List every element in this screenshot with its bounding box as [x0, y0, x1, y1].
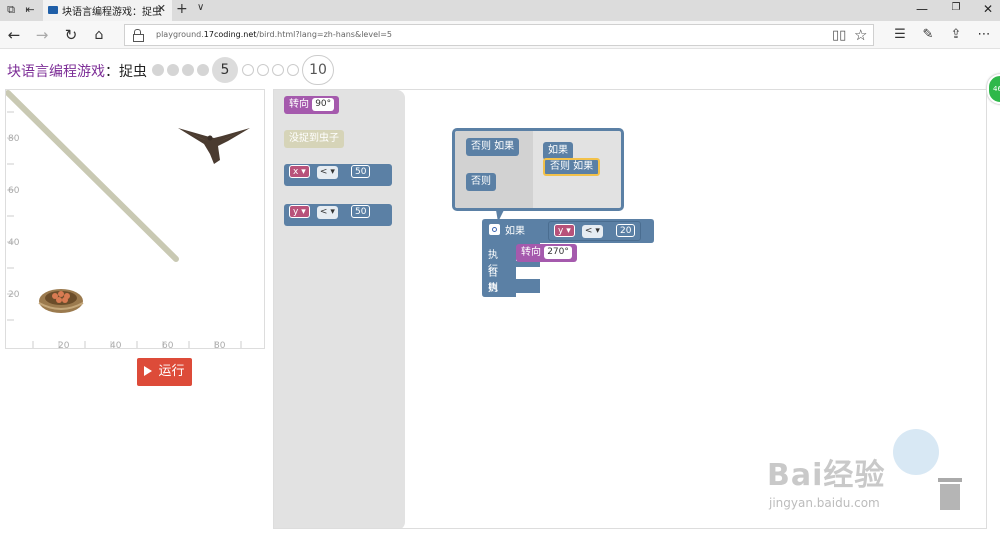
navigation-bar: ← → ↻ ⌂ playground.17coding.net/bird.htm…: [0, 21, 1000, 49]
do2-label: 执行: [488, 283, 498, 309]
mutator-elseif-block[interactable]: 否则 如果: [466, 138, 520, 156]
level-dot-2[interactable]: [167, 64, 179, 76]
back-arrow-icon[interactable]: ←: [4, 25, 24, 45]
extension-badge[interactable]: 46: [987, 74, 1000, 104]
bird-icon: [178, 128, 250, 164]
gear-icon[interactable]: [489, 224, 500, 235]
address-bar[interactable]: playground.17coding.net/bird.html?lang=z…: [124, 24, 874, 46]
current-level[interactable]: 5: [212, 57, 238, 83]
level-dot-3[interactable]: [182, 64, 194, 76]
nest-icon: [38, 289, 84, 313]
watermark-url: jingyan.baidu.com: [769, 496, 880, 510]
lock-icon: [133, 29, 144, 42]
y-axis-label-80: 80: [8, 134, 20, 144]
tab-title: 块语言编程游戏：捉虫: [62, 7, 162, 18]
trash-icon[interactable]: [938, 478, 962, 510]
x-axis-label-20: 20: [58, 341, 70, 349]
level-dot-1[interactable]: [152, 64, 164, 76]
blockly-workspace[interactable]: 转向 90° 没捉到虫子 x ▾ < ▾ 50 y ▾ < ▾ 50 否则 如果…: [273, 89, 987, 529]
mutator-inner-elseif-block[interactable]: 否则 如果: [543, 158, 601, 176]
favicon-icon: [48, 6, 58, 14]
play-icon: [144, 366, 153, 376]
toolbox-flyout: 转向 90° 没捉到虫子 x ▾ < ▾ 50 y ▾ < ▾ 50: [274, 90, 405, 528]
tab-active[interactable]: 块语言编程游戏：捉虫 ✕: [43, 0, 172, 21]
level-dot-4[interactable]: [197, 64, 209, 76]
game-display: 80 60 40 20 20 40 60 80: [5, 89, 265, 349]
level-dot-6[interactable]: [242, 64, 254, 76]
refresh-icon[interactable]: ↻: [61, 25, 81, 45]
more-icon[interactable]: ⋯: [974, 25, 994, 45]
run-button[interactable]: 运行: [137, 358, 192, 386]
y-axis-label-40: 40: [8, 238, 20, 248]
turn-270-block[interactable]: 转向 270°: [516, 244, 577, 262]
page-title: 块语言编程游戏：捉虫: [7, 64, 147, 80]
chevron-down-icon[interactable]: ∨: [197, 2, 204, 13]
x-axis-label-80: 80: [214, 341, 226, 349]
forward-arrow-icon[interactable]: →: [32, 25, 52, 45]
x-axis-label-40: 40: [110, 341, 122, 349]
reading-view-icon[interactable]: ▯▯: [832, 28, 846, 43]
y-axis-label-60: 60: [8, 186, 20, 196]
mutator-else-block[interactable]: 否则: [466, 173, 496, 191]
wall-line: [6, 90, 179, 262]
x-axis-label-60: 60: [162, 341, 174, 349]
url-text: playground.17coding.net/bird.html?lang=z…: [156, 30, 393, 39]
maximize-button[interactable]: ❐: [946, 2, 966, 13]
turn-block[interactable]: 转向 90°: [284, 96, 340, 114]
close-icon[interactable]: ✕: [157, 2, 166, 15]
app-window: ⧉ ⇤ 块语言编程游戏：捉虫 ✕ + ∨ — ❐ ✕ ← → ↻ ⌂ playg…: [0, 0, 1000, 536]
jingyan-logo-icon: [893, 429, 939, 475]
last-level[interactable]: 10: [302, 55, 334, 85]
mutator-bubble[interactable]: 否则 如果 否则 如果 否则 如果: [452, 128, 624, 211]
share-icon[interactable]: ⇪: [946, 25, 966, 45]
compare-x-block[interactable]: x ▾ < ▾ 50: [284, 164, 392, 186]
if-label: 如果: [489, 222, 525, 237]
compare-y-block[interactable]: y ▾ < ▾ 50: [284, 204, 392, 226]
tab-manager-icon[interactable]: ⧉: [4, 3, 18, 17]
condition-block[interactable]: y ▾ < ▾ 20: [548, 221, 642, 241]
watermark-text: Bai经验: [767, 458, 886, 493]
tab-bar: ⧉ ⇤ 块语言编程游戏：捉虫 ✕ + ∨ — ❐ ✕: [0, 0, 1000, 21]
new-tab-button[interactable]: +: [176, 1, 188, 17]
home-icon[interactable]: ⌂: [89, 25, 109, 45]
set-aside-tabs-icon[interactable]: ⇤: [23, 3, 37, 17]
pen-icon[interactable]: ✎: [918, 25, 938, 45]
level-dot-9[interactable]: [287, 64, 299, 76]
favorite-star-icon[interactable]: ☆: [854, 26, 867, 44]
level-dot-8[interactable]: [272, 64, 284, 76]
close-window-button[interactable]: ✕: [978, 2, 998, 16]
y-axis-label-20: 20: [8, 290, 20, 300]
no-worm-block[interactable]: 没捉到虫子: [284, 130, 344, 148]
game-canvas: 80 60 40 20 20 40 60 80: [6, 90, 250, 349]
minimize-button[interactable]: —: [912, 2, 932, 16]
hub-icon[interactable]: ☰: [890, 25, 910, 45]
level-dot-7[interactable]: [257, 64, 269, 76]
